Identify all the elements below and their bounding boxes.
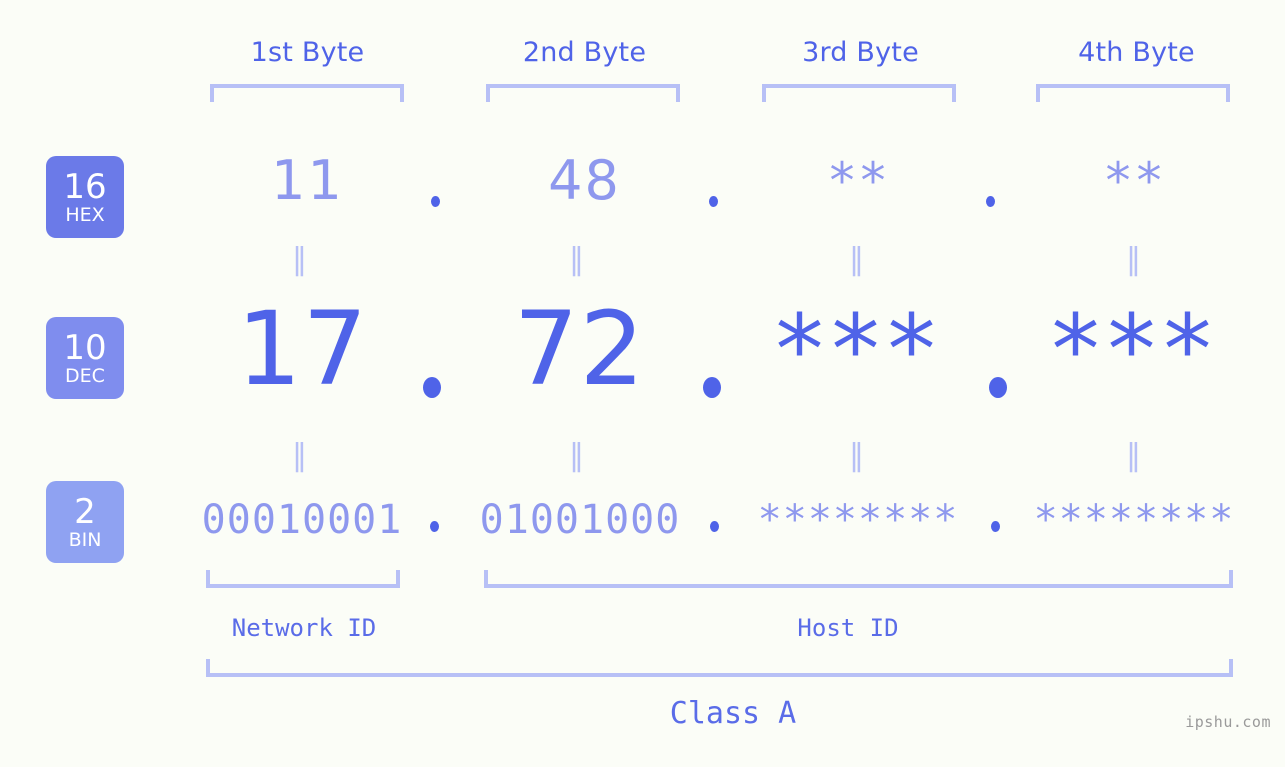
dec-byte-2: 72: [513, 290, 646, 409]
radix-badge-dec-number: 10: [63, 327, 107, 368]
bin-byte-3: ********: [757, 497, 959, 543]
equality-mark-hex-dec-3: ‖: [849, 242, 867, 277]
dec-byte-3: ***: [775, 294, 944, 406]
byte-header-1: 1st Byte: [250, 37, 365, 68]
class-caption: Class A: [669, 696, 797, 731]
hex-byte-4: **: [1105, 152, 1168, 210]
byte-bracket-top-2: [486, 84, 680, 102]
equality-mark-dec-bin-2: ‖: [569, 438, 587, 473]
hex-byte-3: **: [829, 152, 892, 210]
watermark: ipshu.com: [1185, 713, 1271, 731]
bin-byte-1: 00010001: [201, 497, 403, 543]
radix-badge-bin-name: BIN: [68, 528, 102, 551]
bin-separator-dot-3: [991, 521, 1000, 532]
radix-badge-hex-number: 16: [63, 166, 107, 207]
radix-badge-dec: 10 DEC: [46, 317, 124, 399]
radix-badge-bin: 2 BIN: [46, 481, 124, 563]
radix-badge-hex-name: HEX: [65, 203, 105, 226]
hex-separator-dot-1: [431, 196, 440, 207]
ip-address-breakdown-diagram: 1st Byte 2nd Byte 3rd Byte 4th Byte 16 H…: [0, 0, 1285, 767]
dec-byte-1: 17: [236, 290, 369, 409]
class-bracket: [206, 659, 1233, 677]
byte-header-4: 4th Byte: [1078, 37, 1195, 68]
hex-separator-dot-3: [986, 196, 995, 207]
radix-badge-bin-number: 2: [74, 491, 96, 532]
equality-mark-dec-bin-4: ‖: [1126, 438, 1144, 473]
equality-mark-hex-dec-2: ‖: [569, 242, 587, 277]
radix-badge-dec-name: DEC: [65, 364, 105, 387]
host-id-bracket: [484, 570, 1233, 588]
dec-separator-dot-2: [703, 377, 721, 398]
equality-mark-hex-dec-1: ‖: [292, 242, 310, 277]
byte-bracket-top-3: [762, 84, 956, 102]
byte-header-2: 2nd Byte: [522, 37, 647, 68]
bin-byte-2: 01001000: [479, 497, 681, 543]
host-id-caption: Host ID: [797, 614, 899, 642]
radix-badge-hex: 16 HEX: [46, 156, 124, 238]
bin-separator-dot-2: [710, 521, 719, 532]
dec-byte-4: ***: [1051, 294, 1220, 406]
dec-separator-dot-3: [989, 377, 1007, 398]
network-id-caption: Network ID: [231, 614, 377, 642]
byte-header-3: 3rd Byte: [802, 37, 919, 68]
hex-separator-dot-2: [709, 196, 718, 207]
hex-byte-2: 48: [548, 149, 621, 212]
equality-mark-dec-bin-3: ‖: [849, 438, 867, 473]
byte-bracket-top-4: [1036, 84, 1230, 102]
equality-mark-dec-bin-1: ‖: [292, 438, 310, 473]
bin-byte-4: ********: [1033, 497, 1235, 543]
dec-separator-dot-1: [423, 377, 441, 398]
equality-mark-hex-dec-4: ‖: [1126, 242, 1144, 277]
bin-separator-dot-1: [430, 521, 439, 532]
byte-bracket-top-1: [210, 84, 404, 102]
network-id-bracket: [206, 570, 400, 588]
hex-byte-1: 11: [271, 149, 344, 212]
